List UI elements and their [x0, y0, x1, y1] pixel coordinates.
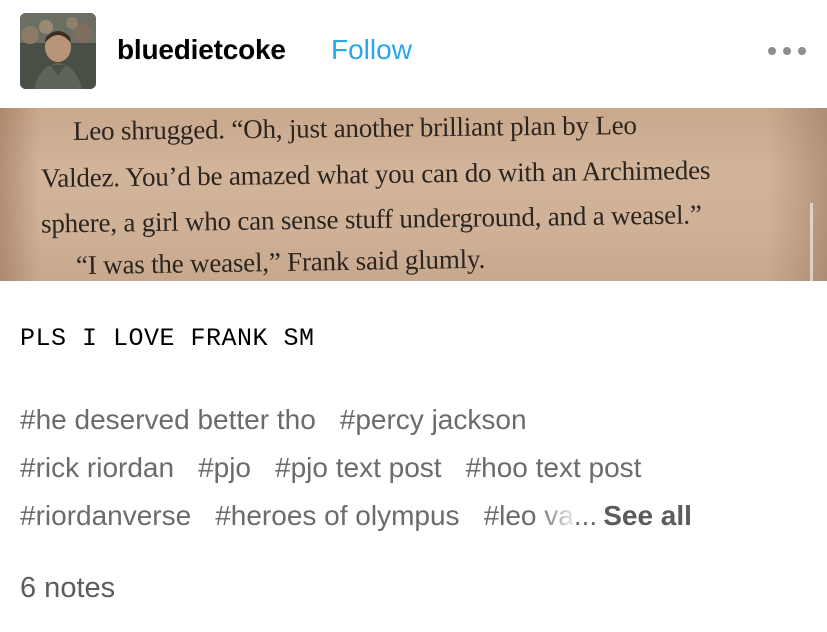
follow-button[interactable]: Follow — [331, 34, 412, 66]
book-text-line: “I was the weasel,” Frank said glumly. — [75, 243, 486, 281]
more-options-icon[interactable] — [768, 44, 810, 58]
page-shadow-right — [767, 108, 827, 281]
tag-link[interactable]: #hoo text post — [466, 446, 642, 490]
page-edge — [810, 203, 813, 281]
tag-link[interactable]: #pjo — [198, 446, 251, 490]
avatar-photo — [20, 13, 96, 89]
tag-list: #he deserved better tho #percy jackson #r… — [20, 398, 810, 542]
see-all-button[interactable]: See all — [603, 494, 692, 538]
tag-row: #riordanverse #heroes of olympus #leo va..… — [20, 494, 810, 542]
tag-link[interactable]: #rick riordan — [20, 446, 174, 490]
book-text-line: Leo shrugged. “Oh, just another brillian… — [72, 110, 637, 146]
page-shadow-left — [0, 108, 40, 281]
dot — [783, 47, 791, 55]
tag-link[interactable]: #pjo text post — [275, 446, 442, 490]
tag-link[interactable]: #he deserved better tho — [20, 398, 316, 442]
tag-link[interactable]: #heroes of olympus — [215, 494, 459, 538]
tag-link[interactable]: #leo va — [484, 494, 574, 538]
post-text: PLS I LOVE FRANK SM — [20, 324, 315, 353]
tag-link[interactable]: #riordanverse — [20, 494, 191, 538]
tag-link[interactable]: #percy jackson — [340, 398, 527, 442]
dot — [768, 47, 776, 55]
avatar[interactable] — [20, 13, 96, 89]
notes-count[interactable]: 6 notes — [20, 572, 115, 605]
tag-row: #he deserved better tho #percy jackson — [20, 398, 810, 446]
tags-ellipsis: ... — [573, 500, 598, 531]
username[interactable]: bluedietcoke — [117, 34, 286, 66]
post-header: bluedietcoke Follow — [0, 0, 827, 108]
tag-row: #rick riordan #pjo #pjo text post #hoo text… — [20, 446, 810, 494]
dot — [798, 47, 806, 55]
